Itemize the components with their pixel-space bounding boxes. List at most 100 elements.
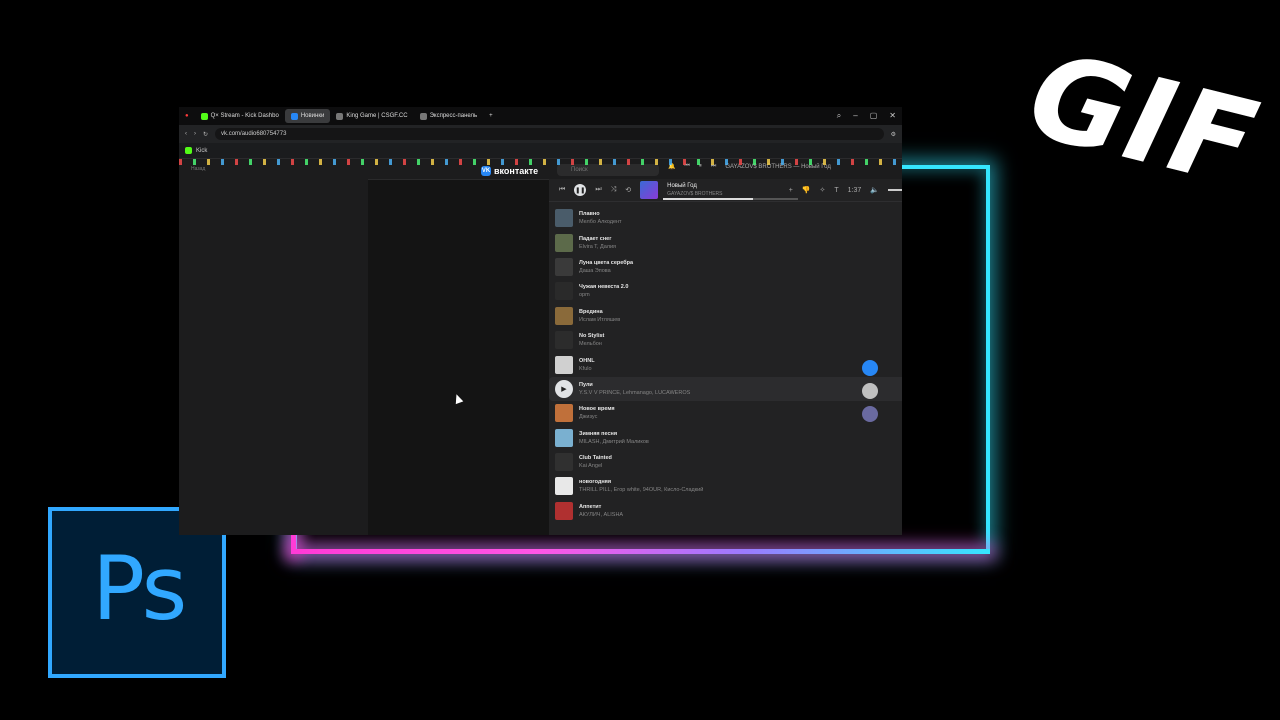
tab-csgf[interactable]: King Game | CSGF.CC: [330, 109, 413, 123]
new-tab-button[interactable]: +: [483, 109, 499, 123]
track-artist[interactable]: Мелбо Алкодент: [579, 218, 622, 226]
track-title[interactable]: Плавно: [579, 210, 622, 218]
track-info: Новое время Джизус: [579, 405, 615, 421]
track-cover: [555, 453, 573, 472]
shuffle-icon[interactable]: ⤨: [611, 186, 617, 194]
chat-avatar[interactable]: [862, 406, 878, 422]
browser-menu-icon[interactable]: ●: [179, 109, 195, 123]
track-row[interactable]: Зимняя песняMILASH, Дмитрий Маликов2:26: [549, 426, 902, 450]
track-info: Падает снег Elvira T, Далия: [579, 235, 616, 251]
track-row[interactable]: ВрединаИслам Итляшев2:09: [549, 304, 902, 328]
site-icon: [336, 112, 344, 120]
track-artist[interactable]: Даша Эпова: [579, 267, 633, 275]
track-list: ПлавноМелбо Алкодент2:49Падает снегElvir…: [549, 206, 902, 523]
track-row[interactable]: АппетитАКУЛИЧ, ALISHA2:42: [549, 499, 902, 523]
bookmarks-bar: Kick: [179, 143, 902, 159]
window-controls: ⌕ – ▢ ✕: [837, 111, 902, 121]
track-title[interactable]: OHNL: [579, 357, 595, 365]
track-info: Вредина Ислам Итляшев: [579, 308, 620, 324]
extensions-icon[interactable]: ⚙: [891, 131, 896, 138]
now-playing-info: Новый Год GAYAZOV$ BROTHERS: [667, 182, 722, 198]
gif-label: GIF: [1016, 25, 1271, 214]
track-artist[interactable]: opm: [579, 291, 628, 299]
lyrics-icon[interactable]: T: [834, 187, 838, 194]
track-row[interactable]: Club TaintedKai Angel2:42: [549, 450, 902, 474]
track-row[interactable]: Падает снегElvira T, Далия2:06: [549, 230, 902, 254]
prev-track-icon[interactable]: ⏮: [559, 186, 565, 194]
track-row[interactable]: Луна цвета серебраДаша Эпова3:07: [549, 255, 902, 279]
vk-page: Назад VK вконтакте Поиск 🔔 ⏮ ⏸ ⏭ GAYAZOV$…: [179, 159, 902, 535]
tab-express[interactable]: Экспресс-панель: [414, 109, 484, 123]
track-artist[interactable]: THRILL PILL, Егор white, 94OUR, Кисло-Сл…: [579, 486, 703, 494]
bookmark-kick[interactable]: Kick: [196, 148, 207, 154]
track-info: новогодняя THRILL PILL, Егор white, 94OUR…: [579, 478, 703, 494]
volume-slider[interactable]: [888, 189, 902, 191]
search-tabs-icon[interactable]: ⌕: [837, 111, 841, 121]
track-row[interactable]: OHNLKfulo1:35: [549, 352, 902, 376]
track-artist[interactable]: Мельбон: [579, 340, 604, 348]
minimize-icon[interactable]: –: [853, 111, 857, 121]
track-row[interactable]: Новое времяДжизус3:49: [549, 401, 902, 425]
track-title[interactable]: Падает снег: [579, 235, 616, 243]
garland-decoration: [179, 159, 902, 165]
track-info: Аппетит АКУЛИЧ, ALISHA: [579, 503, 623, 519]
track-cover: [555, 355, 573, 374]
now-playing-title[interactable]: Новый Год: [667, 183, 697, 189]
address-bar[interactable]: vk.com/audio680754773: [215, 128, 884, 140]
reload-icon[interactable]: ↻: [203, 131, 208, 138]
next-track-icon[interactable]: ⏭: [595, 186, 601, 194]
track-title[interactable]: новогодняя: [579, 478, 703, 486]
track-title[interactable]: Вредина: [579, 308, 620, 316]
volume-icon[interactable]: 🔈: [870, 186, 879, 194]
vk-logo[interactable]: VK вконтакте: [481, 166, 538, 176]
maximize-icon[interactable]: ▢: [870, 111, 878, 121]
search-input[interactable]: Поиск: [557, 164, 659, 176]
track-artist[interactable]: Elvira T, Далия: [579, 243, 616, 251]
track-info: Луна цвета серебра Даша Эпова: [579, 259, 633, 275]
close-icon[interactable]: ✕: [889, 111, 896, 121]
track-title[interactable]: Новое время: [579, 405, 615, 413]
recommend-icon[interactable]: ✧: [820, 186, 826, 194]
tab-kick[interactable]: Q× Stream - Kick Dashbo: [195, 109, 285, 123]
track-row[interactable]: ПлавноМелбо Алкодент2:49: [549, 206, 902, 230]
back-link[interactable]: Назад: [191, 166, 205, 172]
progress-bar-buffered[interactable]: [753, 198, 798, 200]
forward-icon[interactable]: ›: [194, 131, 196, 137]
track-artist[interactable]: АКУЛИЧ, ALISHA: [579, 511, 623, 519]
track-title[interactable]: Зимняя песня: [579, 430, 649, 438]
track-artist[interactable]: Kai Angel: [579, 462, 612, 470]
track-title[interactable]: Луна цвета серебра: [579, 259, 633, 267]
back-icon[interactable]: ‹: [185, 131, 187, 137]
track-artist[interactable]: Джизус: [579, 413, 615, 421]
track-info: Чужая невеста 2.0 opm: [579, 283, 628, 299]
neon-frame-bottom: [293, 549, 990, 554]
track-artist[interactable]: Kfulo: [579, 365, 595, 373]
track-row[interactable]: новогодняя THRILL PILL, Егор white, 94OUR…: [549, 474, 902, 498]
kick-icon: [200, 112, 208, 120]
track-row[interactable]: Чужая невеста 2.0opm2:02: [549, 279, 902, 303]
dislike-icon[interactable]: 👎: [802, 186, 811, 194]
track-title[interactable]: No Stylist: [579, 332, 604, 340]
track-artist[interactable]: MILASH, Дмитрий Маликов: [579, 438, 649, 446]
now-playing-artist[interactable]: GAYAZOV$ BROTHERS: [667, 190, 722, 198]
repeat-icon[interactable]: ⟲: [625, 186, 631, 194]
track-row[interactable]: ▶ Пули Y.S.V V PRINCE, Lehmanago, LUCAWERO…: [549, 376, 902, 402]
progress-bar-filled[interactable]: [663, 198, 753, 200]
ps-label: Ps: [92, 537, 187, 640]
audio-player: ⏮ ❚❚ ⏭ ⤨ ⟲ Новый Год GAYAZOV$ BROTHERS +…: [549, 179, 902, 202]
add-icon[interactable]: +: [789, 187, 793, 194]
track-title[interactable]: Чужая невеста 2.0: [579, 283, 628, 291]
pause-button[interactable]: ❚❚: [574, 184, 587, 196]
track-title[interactable]: Club Tainted: [579, 454, 612, 462]
track-title[interactable]: Пули: [579, 381, 690, 389]
vk-chat-icon[interactable]: [862, 360, 878, 376]
play-track-button[interactable]: ▶: [555, 379, 573, 398]
tab-vk[interactable]: Новинки: [284, 109, 331, 123]
tab-label: Экспресс-панель: [429, 113, 478, 119]
track-title[interactable]: Аппетит: [579, 503, 623, 511]
track-artist[interactable]: Ислам Итляшев: [579, 316, 620, 324]
chat-avatar[interactable]: [862, 383, 878, 399]
now-playing-cover: [640, 181, 659, 199]
track-row[interactable]: No StylistМельбон2:08: [549, 328, 902, 352]
track-artist[interactable]: Y.S.V V PRINCE, Lehmanago, LUCAWEROS: [579, 389, 690, 397]
